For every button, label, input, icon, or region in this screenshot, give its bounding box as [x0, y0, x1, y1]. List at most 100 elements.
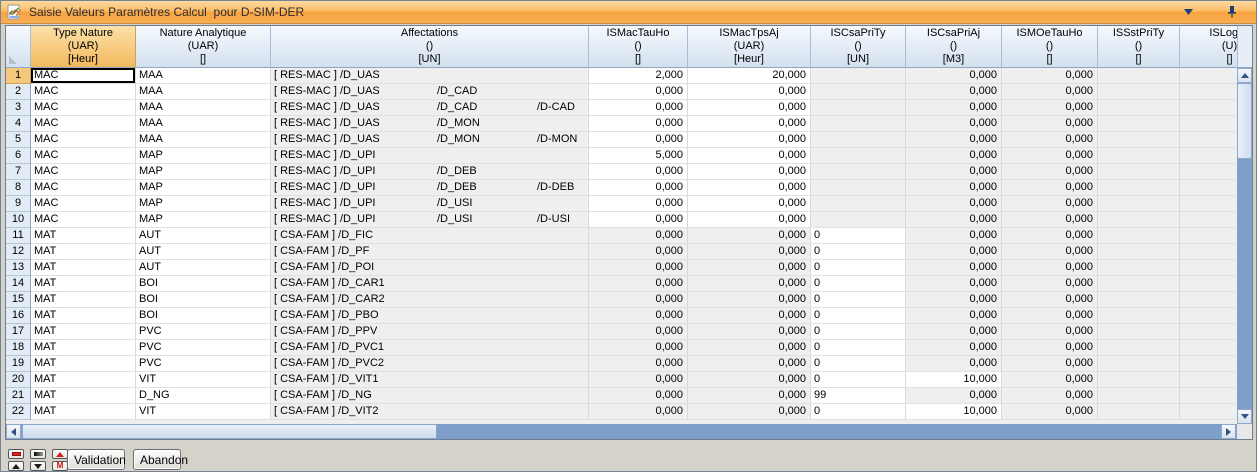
cell-sstty[interactable]: [1098, 196, 1180, 212]
cell-nature-analytique[interactable]: BOI: [136, 308, 271, 324]
cell-csaty[interactable]: 0: [811, 228, 906, 244]
cell-csaty[interactable]: [811, 180, 906, 196]
cell-csaaj[interactable]: 0,000: [906, 180, 1002, 196]
cell-mactau[interactable]: 0,000: [589, 164, 688, 180]
cell-sstty[interactable]: [1098, 356, 1180, 372]
cell-sstty[interactable]: [1098, 164, 1180, 180]
cell-csaaj[interactable]: 0,000: [906, 148, 1002, 164]
cell-sstty[interactable]: [1098, 132, 1180, 148]
cell-csaaj[interactable]: 0,000: [906, 196, 1002, 212]
cell-csaty[interactable]: [811, 68, 906, 84]
cell-mactps[interactable]: 0,000: [688, 308, 811, 324]
cell-mactps[interactable]: 0,000: [688, 132, 811, 148]
cell-csaaj[interactable]: 0,000: [906, 324, 1002, 340]
cell-mactps[interactable]: 0,000: [688, 84, 811, 100]
cell-nature-analytique[interactable]: BOI: [136, 276, 271, 292]
cell-mactau[interactable]: 0,000: [589, 180, 688, 196]
cell-affectations[interactable]: [ CSA-FAM ] /D_VIT2: [271, 404, 589, 420]
cell-sstty[interactable]: [1098, 260, 1180, 276]
row-number[interactable]: 10: [6, 212, 31, 228]
cell-affectations[interactable]: [ RES-MAC ] /D_UPI/D_DEB/D-DEB: [271, 180, 589, 196]
cell-type-nature[interactable]: MAC: [31, 132, 136, 148]
cell-nature-analytique[interactable]: MAA: [136, 68, 271, 84]
row-number[interactable]: 12: [6, 244, 31, 260]
cell-mactau[interactable]: 0,000: [589, 228, 688, 244]
cell-sstty[interactable]: [1098, 148, 1180, 164]
cell-mactau[interactable]: 0,000: [589, 132, 688, 148]
scroll-left-button[interactable]: [6, 424, 21, 439]
cell-affectations[interactable]: [ CSA-FAM ] /D_VIT1: [271, 372, 589, 388]
cell-affectations[interactable]: [ CSA-FAM ] /D_PPV: [271, 324, 589, 340]
cell-affectations[interactable]: [ CSA-FAM ] /D_FIC: [271, 228, 589, 244]
cell-sstty[interactable]: [1098, 100, 1180, 116]
cell-csaty[interactable]: 0: [811, 244, 906, 260]
cell-mactps[interactable]: 20,000: [688, 68, 811, 84]
cell-affectations[interactable]: [ CSA-FAM ] /D_POI: [271, 260, 589, 276]
cell-moetau[interactable]: 0,000: [1002, 196, 1098, 212]
cell-nature-analytique[interactable]: MAP: [136, 180, 271, 196]
cell-mactau[interactable]: 0,000: [589, 84, 688, 100]
pin-icon[interactable]: [1224, 4, 1240, 20]
row-number[interactable]: 2: [6, 84, 31, 100]
row-number[interactable]: 6: [6, 148, 31, 164]
cell-sstty[interactable]: [1098, 372, 1180, 388]
row-number[interactable]: 16: [6, 308, 31, 324]
cell-nature-analytique[interactable]: MAP: [136, 212, 271, 228]
column-header-sstty[interactable]: ISSstPriTy()[]: [1098, 26, 1180, 68]
cell-csaaj[interactable]: 0,000: [906, 100, 1002, 116]
cell-type-nature[interactable]: MAT: [31, 388, 136, 404]
cell-mactau[interactable]: 0,000: [589, 196, 688, 212]
row-number[interactable]: 11: [6, 228, 31, 244]
cell-mactau[interactable]: 0,000: [589, 372, 688, 388]
cell-nature-analytique[interactable]: AUT: [136, 228, 271, 244]
cell-mactps[interactable]: 0,000: [688, 196, 811, 212]
cell-mactau[interactable]: 0,000: [589, 116, 688, 132]
cell-mactps[interactable]: 0,000: [688, 244, 811, 260]
row-number[interactable]: 19: [6, 356, 31, 372]
cell-nature-analytique[interactable]: MAA: [136, 100, 271, 116]
red-bar-button[interactable]: [8, 449, 24, 459]
cell-affectations[interactable]: [ RES-MAC ] /D_UAS/D_MON/D-MON: [271, 132, 589, 148]
cell-nature-analytique[interactable]: VIT: [136, 404, 271, 420]
black-triangle-down-button[interactable]: [30, 461, 46, 471]
cell-mactps[interactable]: 0,000: [688, 100, 811, 116]
column-header-csaty[interactable]: ISCsaPriTy()[UN]: [811, 26, 906, 68]
vertical-scrollbar[interactable]: [1237, 26, 1252, 424]
cell-type-nature[interactable]: MAC: [31, 196, 136, 212]
cell-nature-analytique[interactable]: MAP: [136, 196, 271, 212]
cell-csaty[interactable]: [811, 84, 906, 100]
cell-csaaj[interactable]: 0,000: [906, 244, 1002, 260]
cell-affectations[interactable]: [ CSA-FAM ] /D_PVC1: [271, 340, 589, 356]
cell-nature-analytique[interactable]: D_NG: [136, 388, 271, 404]
column-header-nature[interactable]: Nature Analytique(UAR)[]: [136, 26, 271, 68]
cell-type-nature[interactable]: MAT: [31, 228, 136, 244]
cell-affectations[interactable]: [ CSA-FAM ] /D_PF: [271, 244, 589, 260]
cell-nature-analytique[interactable]: VIT: [136, 372, 271, 388]
cell-type-nature[interactable]: MAC: [31, 100, 136, 116]
row-number[interactable]: 20: [6, 372, 31, 388]
cell-type-nature[interactable]: MAC: [31, 84, 136, 100]
row-number[interactable]: 21: [6, 388, 31, 404]
cell-nature-analytique[interactable]: MAA: [136, 116, 271, 132]
cell-csaty[interactable]: [811, 196, 906, 212]
cell-affectations[interactable]: [ CSA-FAM ] /D_PBO: [271, 308, 589, 324]
cell-mactau[interactable]: 5,000: [589, 148, 688, 164]
cell-mactau[interactable]: 0,000: [589, 244, 688, 260]
cell-mactps[interactable]: 0,000: [688, 324, 811, 340]
cell-type-nature[interactable]: MAT: [31, 340, 136, 356]
cell-mactau[interactable]: 0,000: [589, 292, 688, 308]
cell-csaaj[interactable]: 10,000: [906, 404, 1002, 420]
cell-sstty[interactable]: [1098, 68, 1180, 84]
cell-mactps[interactable]: 0,000: [688, 148, 811, 164]
cell-csaaj[interactable]: 0,000: [906, 132, 1002, 148]
cell-mactau[interactable]: 0,000: [589, 260, 688, 276]
column-header-mactps[interactable]: ISMacTpsAj(UAR)[Heur]: [688, 26, 811, 68]
cell-csaty[interactable]: 0: [811, 276, 906, 292]
cell-sstty[interactable]: [1098, 308, 1180, 324]
cell-csaty[interactable]: [811, 164, 906, 180]
horizontal-scroll-thumb[interactable]: [22, 424, 437, 439]
cell-nature-analytique[interactable]: PVC: [136, 324, 271, 340]
scroll-right-button[interactable]: [1221, 424, 1236, 439]
column-header-aff[interactable]: Affectations()[UN]: [271, 26, 589, 68]
row-number[interactable]: 14: [6, 276, 31, 292]
